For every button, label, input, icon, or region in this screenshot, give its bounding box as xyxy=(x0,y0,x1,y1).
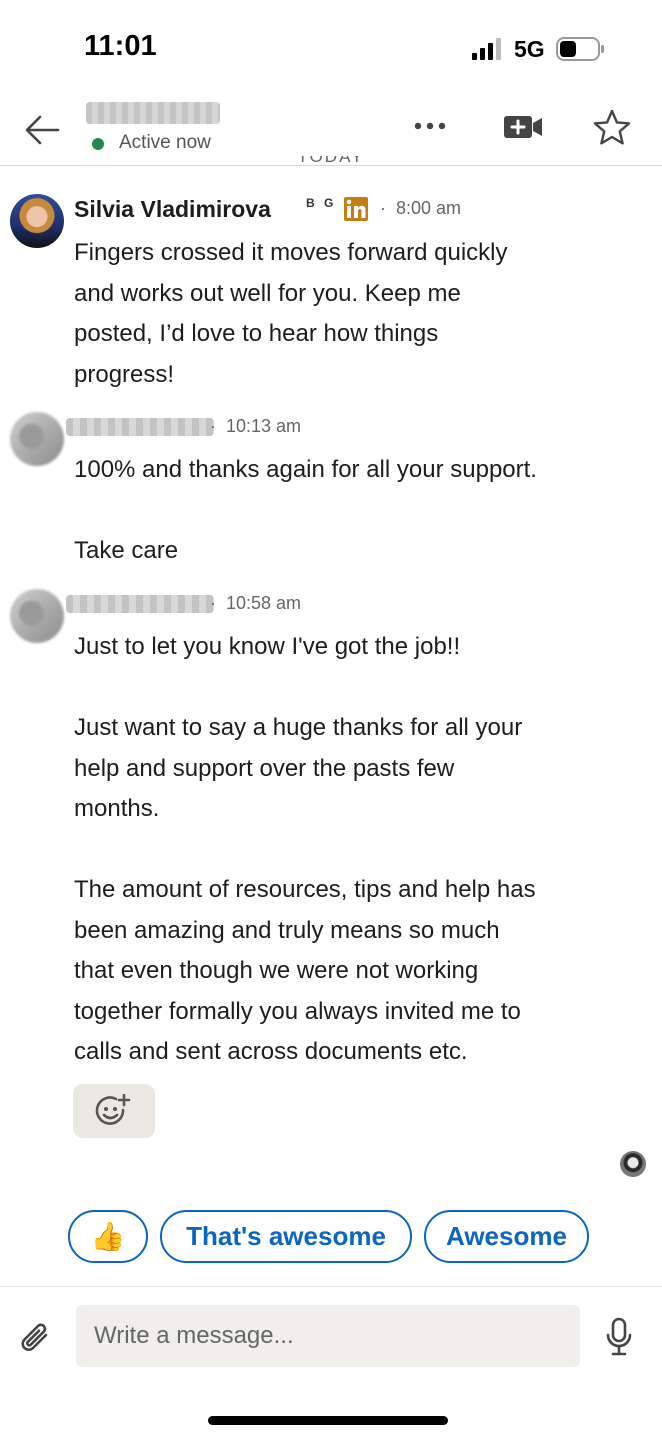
message-input[interactable] xyxy=(76,1305,580,1367)
avatar[interactable] xyxy=(10,194,64,248)
sender-name[interactable]: Silvia Vladimirova xyxy=(74,196,271,223)
read-receipt-avatar xyxy=(620,1151,646,1177)
quick-reply-thats-awesome[interactable]: That's awesome xyxy=(160,1210,412,1263)
attach-icon[interactable] xyxy=(16,1319,56,1359)
star-icon[interactable] xyxy=(592,108,632,148)
message-body: Fingers crossed it moves forward quickly… xyxy=(74,239,508,388)
add-reaction-button[interactable] xyxy=(73,1084,155,1138)
quick-reply-awesome[interactable]: Awesome xyxy=(424,1210,589,1263)
message-body: Just to let you know I've got the job!! … xyxy=(74,633,536,1065)
presence-dot xyxy=(92,138,104,150)
mic-icon[interactable] xyxy=(604,1317,634,1357)
video-call-icon[interactable] xyxy=(502,112,544,142)
message-timestamp: · 10:13 am xyxy=(210,416,302,436)
verification-badge: B G xyxy=(306,196,337,210)
contact-name-redacted[interactable] xyxy=(86,102,220,124)
sender-name-redacted[interactable] xyxy=(66,595,214,613)
linkedin-icon xyxy=(344,197,368,221)
day-divider: TODAY xyxy=(297,156,365,166)
network-label: 5G xyxy=(514,36,545,62)
quick-reply-thumbs-up[interactable]: 👍 xyxy=(68,1210,148,1263)
avatar[interactable] xyxy=(10,412,64,466)
back-arrow-icon[interactable] xyxy=(22,110,62,150)
message-body: 100% and thanks again for all your suppo… xyxy=(74,456,537,564)
message-timestamp: · 8:00 am xyxy=(380,198,462,218)
status-bar: 11:01 5G xyxy=(0,0,662,100)
status-time: 11:01 xyxy=(84,30,157,62)
presence-label: Active now xyxy=(119,132,211,153)
avatar[interactable] xyxy=(10,589,64,643)
more-icon[interactable] xyxy=(410,114,450,138)
sender-name-redacted[interactable] xyxy=(66,418,214,436)
home-indicator[interactable] xyxy=(208,1416,448,1425)
signal-icon xyxy=(472,38,501,60)
message-composer xyxy=(0,1286,662,1386)
add-reaction-icon xyxy=(95,1094,131,1125)
message-timestamp: · 10:58 am xyxy=(210,593,302,613)
battery-icon xyxy=(556,37,604,61)
